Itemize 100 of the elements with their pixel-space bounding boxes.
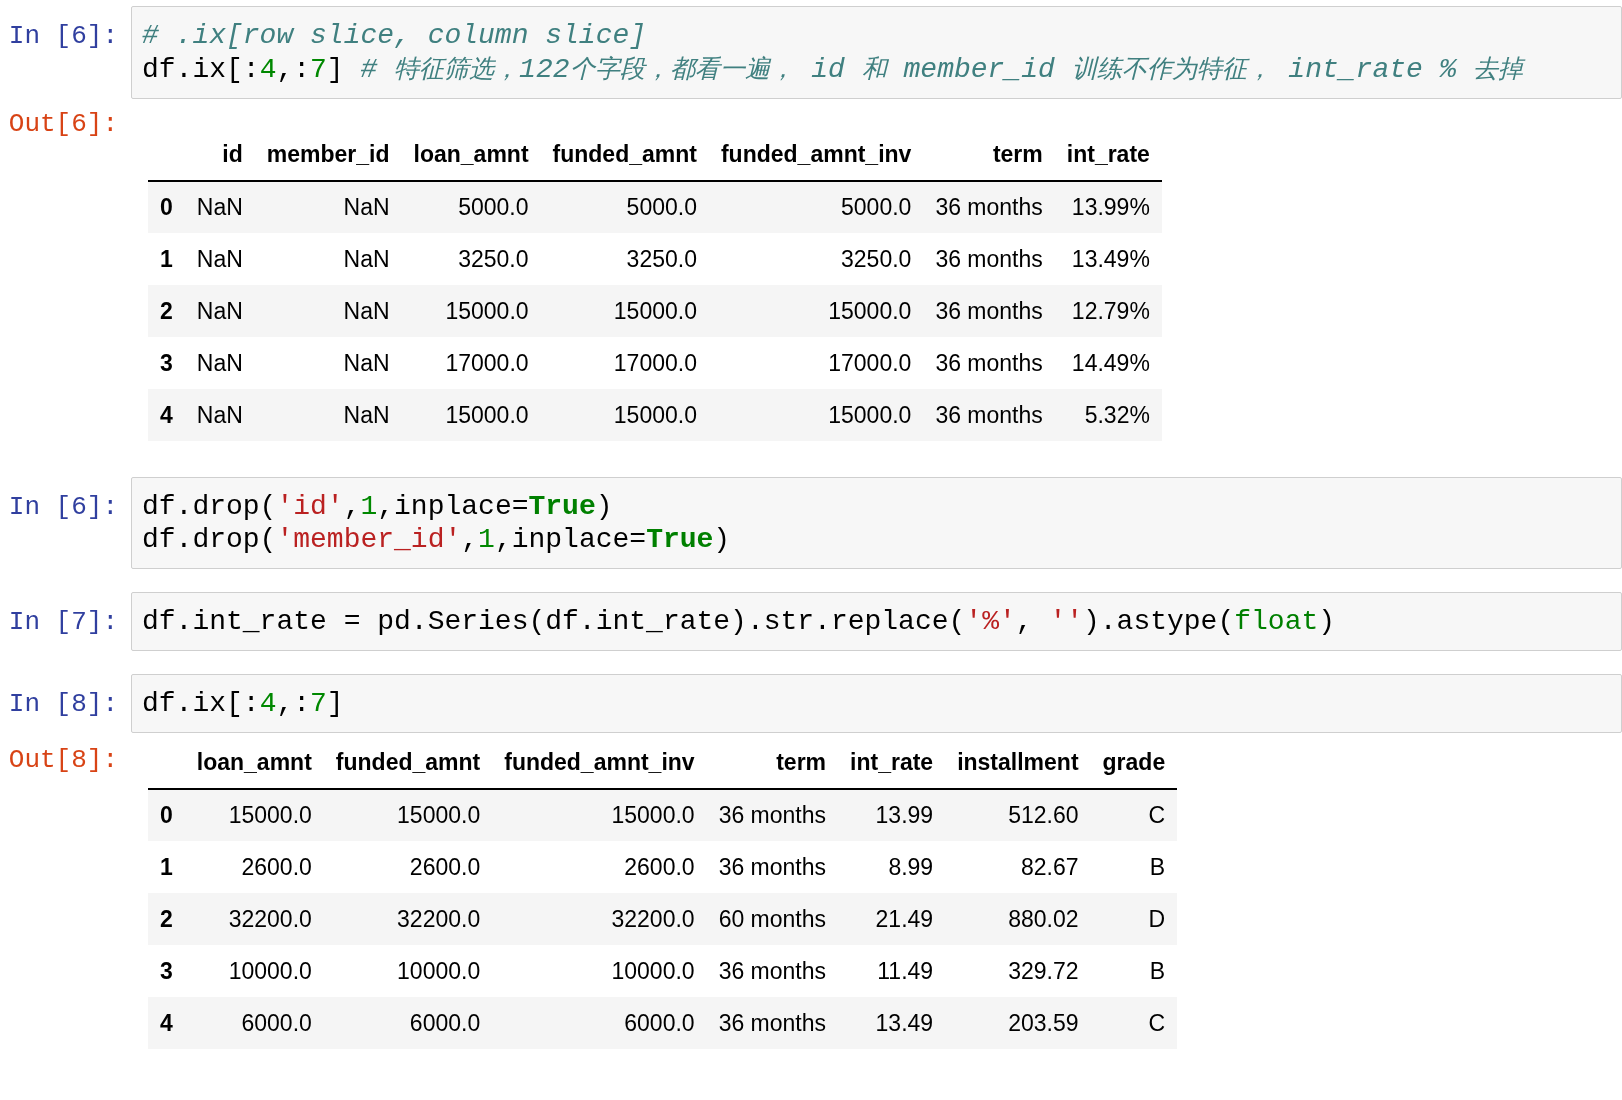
table-cell: 10000.0 [184,945,324,997]
table-cell: 21.49 [838,893,946,945]
table-cell: NaN [184,337,255,389]
table-cell: 15000.0 [708,389,924,441]
table-cell: 3250.0 [401,233,541,285]
table-cell: 6000.0 [492,997,707,1049]
table-cell: NaN [254,233,402,285]
table-cell: 13.49 [838,997,946,1049]
table-cell: NaN [184,389,255,441]
table-cell: 32200.0 [184,893,324,945]
table-cell: 36 months [706,945,839,997]
table-cell: 17000.0 [401,337,541,389]
table-cell: 15000.0 [492,789,707,841]
table-cell: 36 months [923,181,1055,233]
column-header: member_id [254,129,402,181]
table-cell: NaN [254,285,402,337]
table-cell: 36 months [923,233,1055,285]
table-cell: 15000.0 [401,389,541,441]
table-cell: 13.99 [838,789,946,841]
table-cell: 13.99% [1054,181,1162,233]
input-prompt: In [8]: [7,688,119,721]
table-cell: NaN [184,285,255,337]
table-cell: 5000.0 [540,181,709,233]
input-prompt: In [6]: [7,491,119,524]
row-index: 3 [148,337,185,389]
table-cell: 12.79% [1054,285,1162,337]
table-cell: NaN [254,389,402,441]
table-cell: NaN [184,181,255,233]
code-line: df.ix[:4,:7] [142,687,345,720]
table-cell: NaN [254,181,402,233]
table-cell: 329.72 [945,945,1091,997]
row-index: 0 [148,181,185,233]
column-header: int_rate [838,737,946,789]
table-cell: 10000.0 [323,945,493,997]
row-index: 0 [148,789,185,841]
table-cell: 17000.0 [540,337,709,389]
column-header: loan_amnt [184,737,324,789]
table-cell: NaN [254,337,402,389]
row-index: 2 [148,893,185,945]
row-index: 4 [148,389,185,441]
table-cell: 15000.0 [540,285,709,337]
code-line: df.int_rate = pd.Series(df.int_rate).str.replace('%', '').astype(float) [142,605,1337,638]
table-cell: 36 months [706,841,839,893]
code-editor[interactable]: df.drop('id',1,inplace=True) df.drop('member_id',1,inplace=True) [131,477,1622,569]
table-cell: 2600.0 [323,841,493,893]
table-cell: 36 months [923,389,1055,441]
code-line: df.drop('member_id',1,inplace=True) [142,523,732,556]
table-cell: 13.49% [1054,233,1162,285]
table-cell: B [1090,841,1178,893]
table-cell: 36 months [706,997,839,1049]
column-header: funded_amnt_inv [708,129,924,181]
row-index: 4 [148,997,185,1049]
table-cell: 15000.0 [708,285,924,337]
table-cell: 15000.0 [184,789,324,841]
input-prompt: In [6]: [7,20,119,53]
code-editor[interactable]: # .ix[row slice, column slice] df.ix[:4,:7] # 特征筛选，122个字段，都看一遍， id 和 member_id 训练不作为特征， int_rate % 去掉 [131,6,1622,99]
table-cell: 82.67 [945,841,1091,893]
column-header: funded_amnt_inv [492,737,707,789]
column-header: grade [1090,737,1178,789]
column-header: loan_amnt [401,129,541,181]
table-cell: B [1090,945,1178,997]
table-cell: 2600.0 [184,841,324,893]
table-cell: NaN [184,233,255,285]
column-header: id [184,129,255,181]
table-cell: 880.02 [945,893,1091,945]
table-cell: 3250.0 [540,233,709,285]
table-cell: 32200.0 [323,893,493,945]
code-line: df.drop('id',1,inplace=True) [142,490,614,523]
table-cell: 15000.0 [401,285,541,337]
row-index: 1 [148,841,185,893]
table-cell: 32200.0 [492,893,707,945]
table-cell: 36 months [923,285,1055,337]
code-editor[interactable]: df.ix[:4,:7] [131,674,1622,733]
table-cell: D [1090,893,1178,945]
table-cell: 8.99 [838,841,946,893]
table-cell: 6000.0 [184,997,324,1049]
table-cell: 36 months [923,337,1055,389]
table-cell: 512.60 [945,789,1091,841]
table-cell: 203.59 [945,997,1091,1049]
input-prompt: In [7]: [7,606,119,639]
table-cell: 60 months [706,893,839,945]
column-header: installment [945,737,1091,789]
table-cell: 3250.0 [708,233,924,285]
table-cell: 14.49% [1054,337,1162,389]
table-cell: C [1090,789,1178,841]
column-header: term [923,129,1055,181]
output-prompt: Out[8]: [7,744,119,777]
row-index: 2 [148,285,185,337]
column-header: term [706,737,839,789]
table-cell: 6000.0 [323,997,493,1049]
output-prompt: Out[6]: [7,108,119,141]
table-cell: 5000.0 [401,181,541,233]
code-line: df.ix[:4,:7] # 特征筛选，122个字段，都看一遍， id 和 member_id 训练不作为特征， int_rate % 去掉 [142,53,1527,86]
column-header: funded_amnt [323,737,493,789]
table-cell: 15000.0 [323,789,493,841]
table-cell: C [1090,997,1178,1049]
row-index: 3 [148,945,185,997]
code-line: # .ix[row slice, column slice] [142,19,648,52]
code-editor[interactable]: df.int_rate = pd.Series(df.int_rate).str.replace('%', '').astype(float) [131,592,1622,651]
table-cell: 15000.0 [540,389,709,441]
